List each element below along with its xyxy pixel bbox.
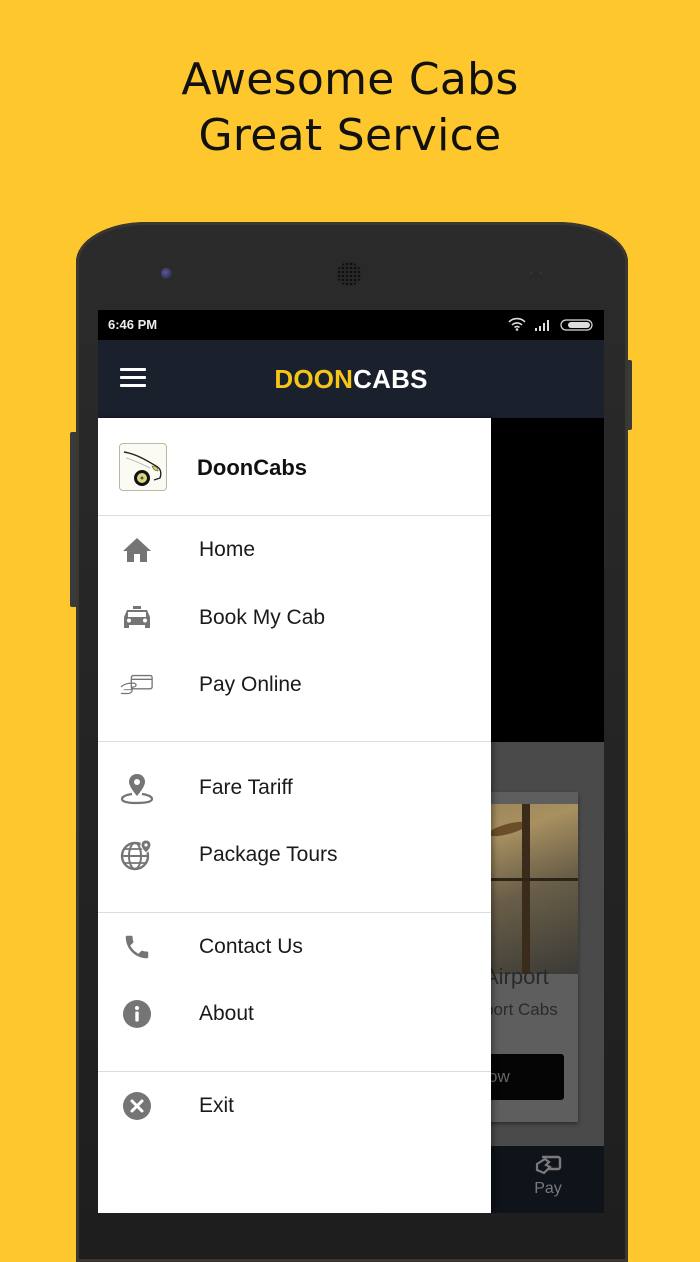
menu-label: Book My Cab — [199, 605, 326, 629]
phone-screen: 6:46 PM DOONCABS BS e — [98, 310, 604, 1213]
signal-icon — [534, 318, 552, 336]
wifi-icon — [508, 317, 526, 336]
promo-line-1: Awesome Cabs — [181, 54, 519, 105]
menu-group-exit: Exit — [98, 1060, 491, 1140]
location-pin-icon — [120, 771, 154, 805]
menu-group-support: Contact Us About — [98, 901, 491, 1072]
menu-item-fare-tariff[interactable]: Fare Tariff — [98, 754, 491, 822]
app-title: DOONCABS — [98, 364, 604, 395]
info-icon — [120, 997, 154, 1031]
drawer-header: DoonCabs — [98, 418, 491, 516]
drawer-app-name: DoonCabs — [197, 455, 307, 480]
status-bar: 6:46 PM — [98, 310, 604, 340]
close-circle-icon — [120, 1089, 154, 1123]
navigation-drawer: DoonCabs Home Book My Cab Pay Online Far… — [98, 418, 491, 1213]
globe-pin-icon — [120, 838, 154, 872]
menu-group-main: Home Book My Cab Pay Online — [98, 516, 491, 742]
menu-item-book-my-cab[interactable]: Book My Cab — [98, 584, 491, 652]
card-title: Airport — [484, 964, 549, 989]
menu-item-home[interactable]: Home — [98, 516, 491, 584]
battery-icon — [560, 318, 594, 336]
taxi-icon — [120, 601, 154, 635]
front-camera — [161, 268, 172, 279]
menu-item-package-tours[interactable]: Package Tours — [98, 822, 491, 890]
menu-item-exit[interactable]: Exit — [98, 1072, 491, 1140]
card-subtitle: port Cabs — [484, 1000, 558, 1019]
promo-line-2: Great Service — [198, 110, 502, 161]
earpiece-speaker — [337, 262, 361, 286]
menu-label: Home — [199, 538, 256, 561]
menu-label: Pay Online — [199, 673, 302, 697]
bottom-nav-pay[interactable]: Pay — [528, 1154, 568, 1198]
menu-label: Package Tours — [199, 843, 338, 867]
bottom-nav-pay-label: Pay — [534, 1180, 562, 1197]
app-title-cabs: CABS — [353, 364, 428, 394]
menu-group-info: Fare Tariff Package Tours — [98, 742, 491, 913]
menu-label: Contact Us — [199, 934, 303, 958]
home-icon — [120, 533, 154, 567]
menu-item-about[interactable]: About — [98, 981, 491, 1049]
menu-label: About — [199, 1002, 254, 1026]
menu-label: Exit — [199, 1093, 235, 1117]
proximity-sensor — [526, 270, 546, 276]
pay-icon — [528, 1154, 568, 1180]
app-logo — [119, 443, 167, 491]
menu-label: Fare Tariff — [199, 775, 293, 799]
phone-icon — [120, 930, 154, 964]
status-time: 6:46 PM — [108, 317, 158, 332]
menu-item-contact-us[interactable]: Contact Us — [98, 913, 491, 981]
promo-headline: Awesome Cabs Great Service — [0, 52, 700, 164]
app-bar: DOONCABS — [98, 340, 604, 418]
app-title-doon: DOON — [274, 364, 354, 394]
card-payment-icon — [120, 668, 154, 702]
menu-item-pay-online[interactable]: Pay Online — [98, 652, 491, 720]
